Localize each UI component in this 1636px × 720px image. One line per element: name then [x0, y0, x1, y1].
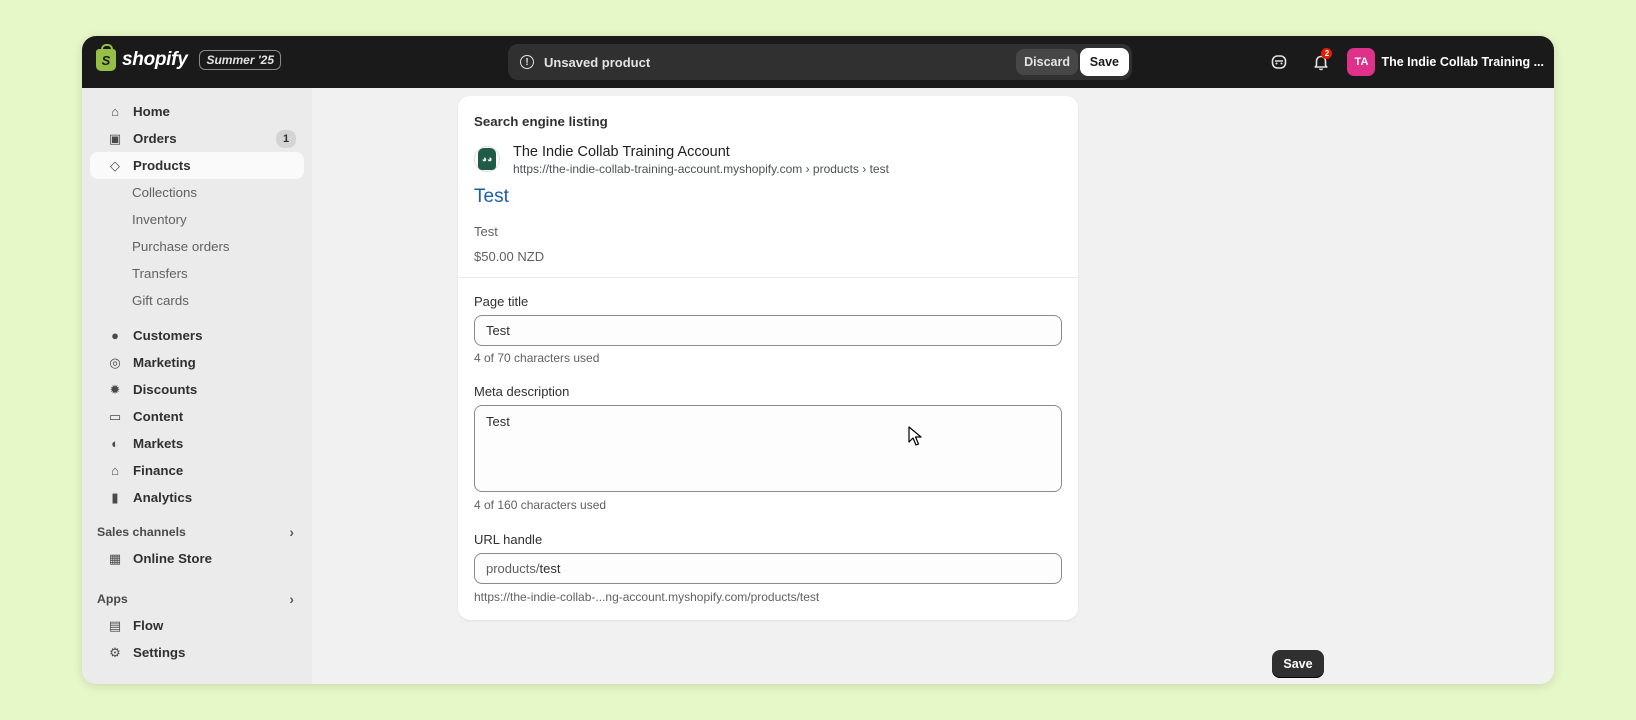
card-title: Search engine listing: [474, 114, 608, 129]
flow-icon: ▤: [108, 617, 122, 633]
inbox-icon: ▣: [108, 130, 122, 146]
seo-link-title: Test: [474, 186, 509, 207]
unsaved-changes-bar: ! Unsaved product Discard Save: [508, 44, 1132, 80]
save-button-bottom[interactable]: Save: [1272, 650, 1324, 678]
discount-icon: ✹: [109, 381, 121, 397]
top-bar: S shopify Summer '25 ! Unsaved product D…: [82, 36, 1554, 88]
apps-label: Apps: [97, 592, 128, 606]
shopify-bag-icon: S: [96, 44, 116, 71]
meta-description-label: Meta description: [474, 384, 570, 399]
chevron-right-icon: ›: [289, 524, 294, 540]
sidebar-item-online-store[interactable]: ▦ Online Store: [90, 545, 304, 572]
meta-description-input[interactable]: Test: [474, 405, 1062, 492]
sidebar-item-label: Products: [133, 158, 191, 173]
notification-badge: 2: [1321, 48, 1333, 59]
divider: [458, 277, 1078, 278]
avatar[interactable]: TA: [1347, 48, 1376, 76]
unsaved-message: Unsaved product: [544, 54, 651, 70]
bar-chart-icon: ▮: [111, 489, 119, 505]
page-title-label: Page title: [474, 294, 529, 309]
sidebar-item-discounts[interactable]: ✹ Discounts: [90, 376, 304, 403]
alert-icon: !: [520, 55, 534, 69]
content-icon: ▭: [108, 408, 122, 424]
sidebar-item-label: Markets: [133, 436, 184, 451]
page-title-input[interactable]: [474, 315, 1062, 346]
url-handle-label: URL handle: [474, 532, 543, 547]
sidebar-item-home[interactable]: ⌂ Home: [90, 98, 304, 125]
brand-name: shopify: [122, 49, 188, 70]
shopify-admin-window: S shopify Summer '25 ! Unsaved product D…: [82, 36, 1554, 684]
sidebar-item-finance[interactable]: ⌂ Finance: [90, 457, 304, 484]
sidebar-item-label: Marketing: [133, 355, 196, 370]
page-title-help: 4 of 70 characters used: [474, 351, 600, 365]
chevron-right-icon: ›: [289, 591, 294, 607]
sidebar-item-customers[interactable]: ● Customers: [90, 322, 304, 349]
seo-price: $50.00 NZD: [474, 249, 545, 264]
globe-icon: ◐: [111, 436, 119, 451]
home-icon: ⌂: [111, 104, 119, 119]
sidebar-item-label: Flow: [133, 618, 164, 633]
store-icon: ▦: [108, 550, 122, 566]
sidebar-item-label: Orders: [133, 131, 177, 146]
seo-card: Search engine listing ◕◕ The Indie Colla…: [458, 96, 1078, 620]
sidebar-item-markets[interactable]: ◐ Markets: [90, 430, 304, 457]
apps-header[interactable]: Apps ›: [82, 586, 312, 612]
sidekick-icon[interactable]: [1263, 46, 1295, 78]
sidebar-subitem-inventory[interactable]: Inventory: [90, 206, 304, 233]
sidebar-item-orders[interactable]: ▣ Orders 1: [90, 125, 304, 152]
sidebar-subitem-collections[interactable]: Collections: [90, 179, 304, 206]
target-icon: ◎: [109, 354, 121, 370]
orders-count-badge: 1: [276, 129, 296, 148]
person-icon: ●: [111, 328, 119, 343]
edition-badge: Summer '25: [199, 50, 282, 70]
bank-icon: ⌂: [111, 463, 119, 478]
sidebar-item-analytics[interactable]: ▮ Analytics: [90, 484, 304, 511]
sidebar-item-content[interactable]: ▭ Content: [90, 403, 304, 430]
store-name[interactable]: The Indie Collab Training ...: [1381, 55, 1544, 69]
sidebar-subitem-transfers[interactable]: Transfers: [90, 260, 304, 287]
sidebar-item-label: Customers: [133, 328, 203, 343]
discard-button[interactable]: Discard: [1016, 49, 1078, 75]
save-button[interactable]: Save: [1079, 48, 1129, 76]
owl-icon: ◕◕: [478, 148, 496, 170]
seo-description: Test: [474, 224, 498, 239]
main-content: Search engine listing ◕◕ The Indie Colla…: [312, 88, 1554, 684]
seo-preview-header: ◕◕ The Indie Collab Training Account htt…: [474, 144, 889, 176]
sidebar-item-marketing[interactable]: ◎ Marketing: [90, 349, 304, 376]
mouse-cursor-icon: [908, 426, 922, 446]
seo-store-name: The Indie Collab Training Account: [513, 144, 730, 160]
top-right-actions: 2 TA The Indie Collab Training ...: [1263, 46, 1544, 78]
url-value: test: [539, 561, 561, 576]
meta-description-help: 4 of 160 characters used: [474, 498, 607, 512]
url-handle-help: https://the-indie-collab-...ng-account.m…: [474, 590, 820, 604]
sidebar-subitem-gift-cards[interactable]: Gift cards: [90, 287, 304, 314]
sidebar-item-products[interactable]: ◇ Products: [90, 152, 304, 179]
sidebar-item-label: Home: [133, 104, 170, 119]
seo-url: https://the-indie-collab-training-accoun…: [513, 162, 889, 176]
sidebar-item-label: Finance: [133, 463, 184, 478]
bell-icon[interactable]: 2: [1305, 46, 1337, 78]
url-prefix: products/: [486, 561, 540, 576]
sidebar-item-label: Analytics: [133, 490, 193, 505]
sidebar-item-label: Settings: [133, 645, 186, 660]
gear-icon: ⚙: [109, 644, 121, 660]
tag-icon: ◇: [110, 157, 120, 173]
sidebar-item-label: Online Store: [133, 551, 213, 566]
sales-channels-label: Sales channels: [97, 525, 186, 539]
sales-channels-header[interactable]: Sales channels ›: [82, 519, 312, 545]
store-favicon: ◕◕: [474, 146, 500, 172]
sidebar-subitem-purchase-orders[interactable]: Purchase orders: [90, 233, 304, 260]
sidebar: ⌂ Home ▣ Orders 1 ◇ Products Collections…: [82, 88, 312, 684]
sidebar-item-label: Content: [133, 409, 184, 424]
sidebar-item-flow[interactable]: ▤ Flow: [90, 612, 304, 639]
shopify-logo[interactable]: S shopify Summer '25: [96, 44, 282, 71]
sidebar-item-settings[interactable]: ⚙ Settings: [90, 639, 304, 666]
sidebar-item-label: Discounts: [133, 382, 198, 397]
url-handle-input[interactable]: products/test: [474, 553, 1062, 584]
